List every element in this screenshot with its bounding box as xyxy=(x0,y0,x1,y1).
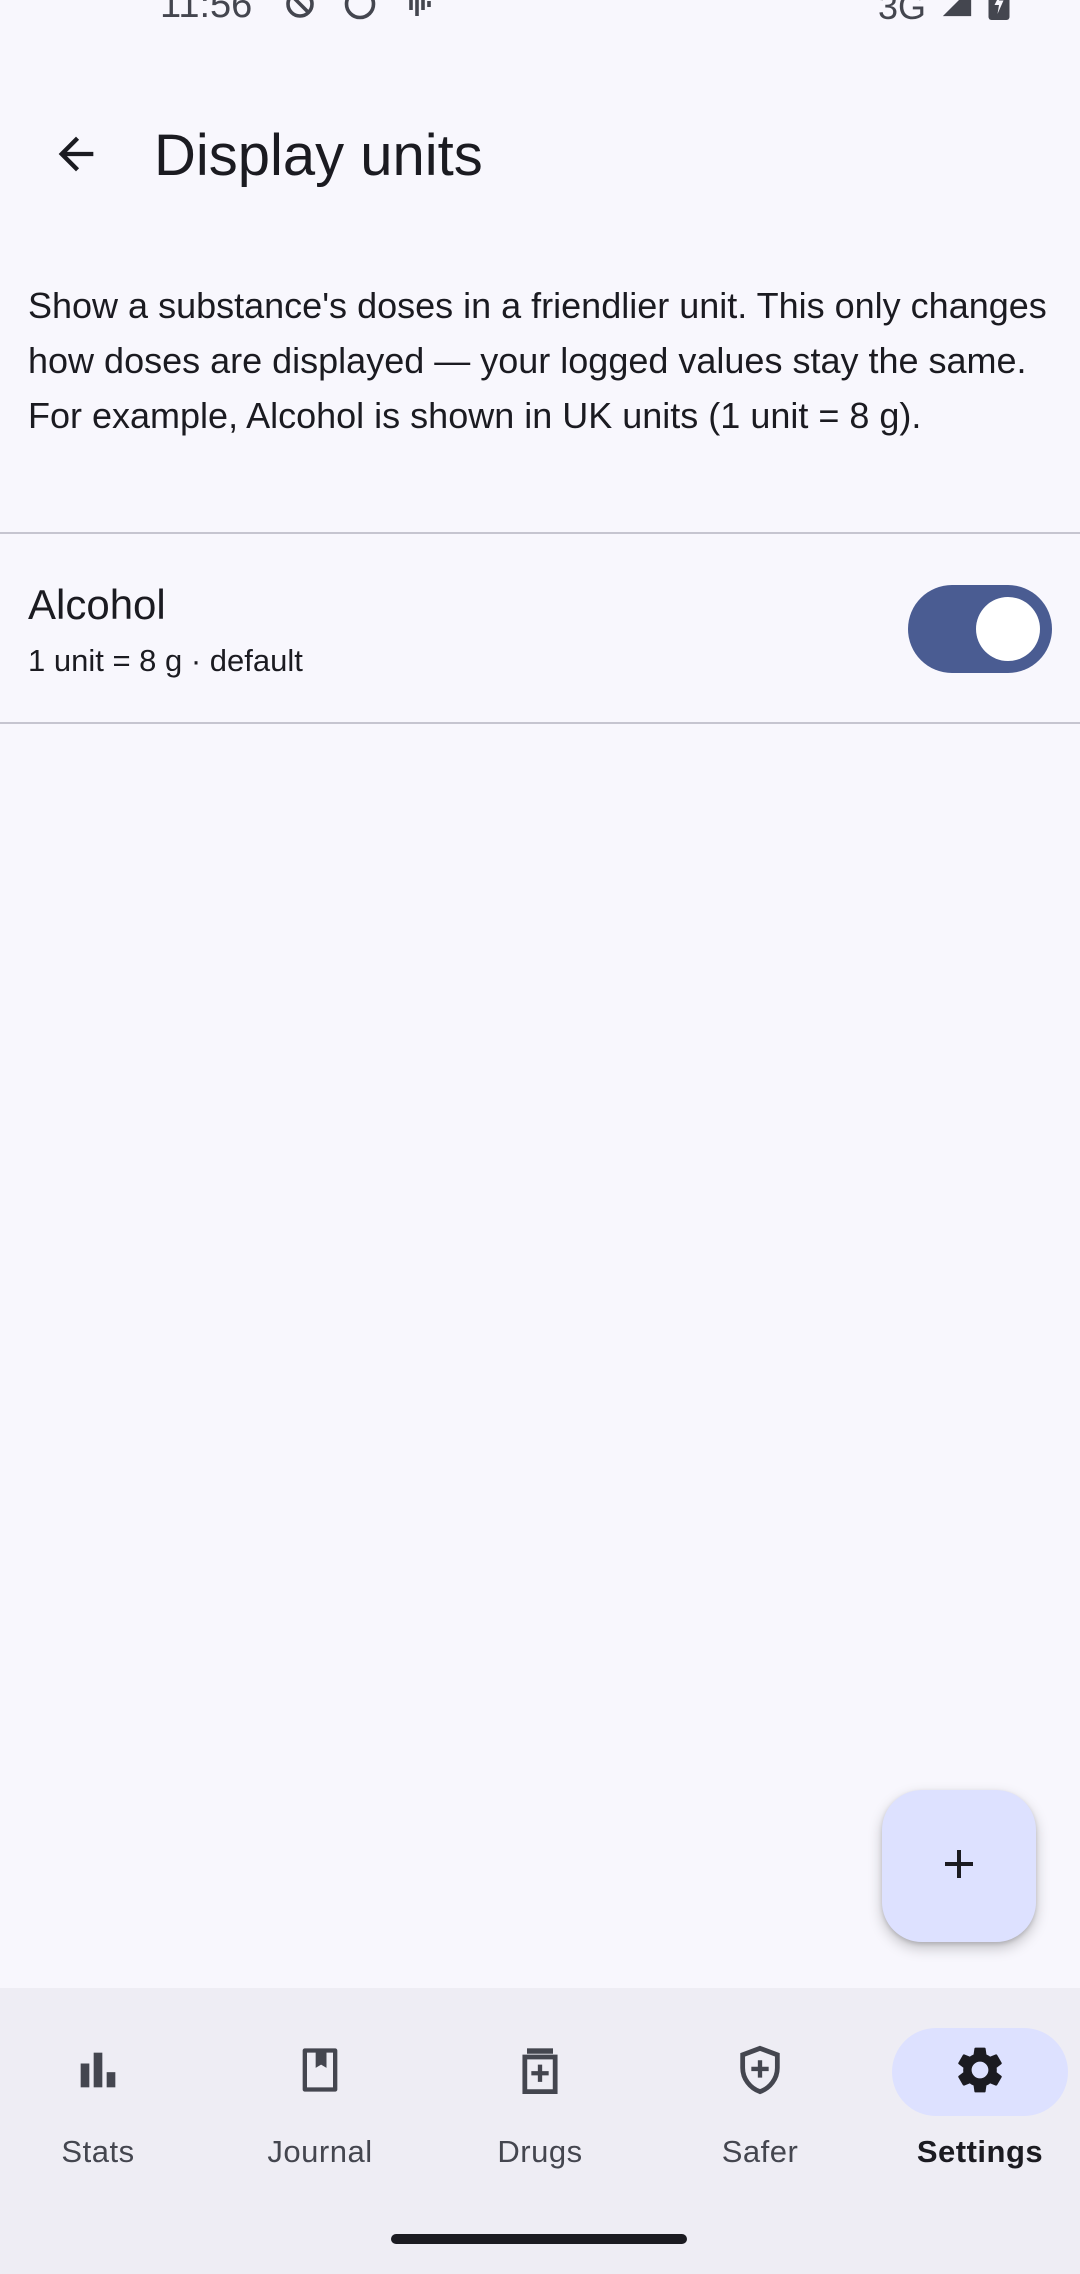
gear-icon xyxy=(952,2042,1008,2103)
home-indicator[interactable] xyxy=(391,2234,687,2244)
nav-icon-container xyxy=(232,2028,408,2116)
bookmark-book-icon xyxy=(294,2044,346,2101)
nav-item-drugs[interactable]: Drugs xyxy=(432,2020,648,2190)
status-time: 11:56 xyxy=(160,0,253,26)
face-icon xyxy=(342,0,378,22)
nav-label-stats: Stats xyxy=(61,2134,135,2169)
nav-label-journal: Journal xyxy=(267,2134,373,2169)
bar-chart-icon xyxy=(72,2044,124,2101)
sound-wave-icon xyxy=(402,0,438,22)
shield-plus-icon xyxy=(734,2044,786,2101)
nav-icon-container xyxy=(672,2028,848,2116)
description-text: Show a substance's doses in a friendlier… xyxy=(28,285,1047,436)
network-type: 3G xyxy=(877,0,926,27)
add-unit-button[interactable] xyxy=(882,1790,1036,1942)
back-button[interactable] xyxy=(28,100,124,212)
page-title: Display units xyxy=(154,123,483,188)
status-right: 3G xyxy=(878,0,1010,28)
toggle-thumb xyxy=(976,597,1040,661)
nav-item-journal[interactable]: Journal xyxy=(212,2020,428,2190)
bottom-navigation: Stats Journal Drugs Safer Settings xyxy=(0,1988,1080,2274)
unit-row-subtitle: 1 unit = 8 g · default xyxy=(28,643,303,678)
divider-top xyxy=(0,532,1080,534)
unit-row-alcohol[interactable]: Alcohol 1 unit = 8 g · default xyxy=(0,535,1080,723)
nav-item-stats[interactable]: Stats xyxy=(0,2020,206,2190)
nav-label-safer: Safer xyxy=(721,2134,799,2169)
nav-icon-container xyxy=(452,2028,628,2116)
nav-label-settings: Settings xyxy=(916,2134,1044,2169)
nav-icon-container xyxy=(10,2028,186,2116)
nav-label-drugs: Drugs xyxy=(497,2134,583,2169)
nav-icon-container xyxy=(892,2028,1068,2116)
data-saver-icon xyxy=(282,0,318,22)
battery-charging-icon xyxy=(988,0,1010,28)
add-icon xyxy=(935,1840,983,1893)
divider-bottom xyxy=(0,722,1080,724)
unit-row-title: Alcohol xyxy=(28,581,166,628)
top-app-bar: Display units xyxy=(0,100,1080,212)
enabled-toggle[interactable] xyxy=(908,585,1052,673)
arrow-back-icon xyxy=(50,128,102,185)
signal-icon xyxy=(940,0,974,28)
status-icons-left xyxy=(282,0,438,22)
nav-item-settings[interactable]: Settings xyxy=(872,2020,1080,2190)
medication-icon xyxy=(514,2044,566,2101)
status-bar: 11:56 3G xyxy=(0,0,1080,28)
nav-item-safer[interactable]: Safer xyxy=(652,2020,868,2190)
